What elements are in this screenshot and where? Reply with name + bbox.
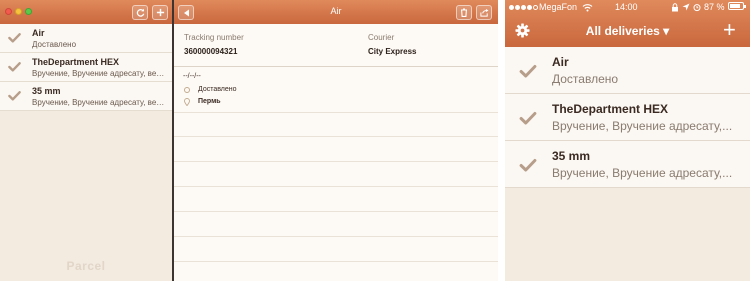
carrier-name: MegaFon — [539, 2, 578, 12]
delivery-status: Вручение, Вручение адресату, вес... — [32, 69, 166, 78]
wifi-icon — [582, 4, 593, 12]
delivery-title: TheDepartment HEX — [32, 57, 120, 67]
minimize-window-button[interactable] — [15, 8, 22, 15]
trash-icon — [461, 8, 467, 17]
list-item[interactable]: Air Доставлено — [0, 24, 172, 53]
refresh-button[interactable] — [132, 5, 148, 20]
phone-header: MegaFon 14:00 87 % All deliveries ▾ + — [505, 0, 750, 47]
delete-button[interactable] — [456, 5, 472, 20]
add-delivery-button[interactable] — [152, 5, 168, 20]
battery-percent: 87 % — [704, 2, 725, 12]
status-bar: MegaFon 14:00 87 % — [505, 2, 750, 14]
location-pin-icon — [184, 98, 190, 106]
app-brand-watermark: Parcel — [66, 259, 106, 273]
tracking-number-label: Tracking number — [184, 33, 244, 42]
lock-icon — [672, 3, 678, 12]
courier-value: City Express — [368, 47, 417, 56]
add-delivery-button[interactable]: + — [723, 19, 736, 41]
alarm-icon — [693, 4, 701, 12]
location-arrow-icon — [682, 3, 690, 11]
delivery-status: Вручение, Вручение адресату,... — [552, 119, 733, 133]
clock-time: 14:00 — [615, 2, 638, 12]
delivery-title: TheDepartment HEX — [552, 102, 669, 116]
delivery-status: Вручение, Вручение адресату,... — [552, 166, 733, 180]
delivery-title: 35 mm — [32, 86, 61, 96]
zoom-window-button[interactable] — [25, 8, 32, 15]
check-icon — [8, 62, 21, 72]
history-date: --/--/-- — [183, 73, 201, 80]
signal-strength-icon — [509, 2, 539, 12]
tracking-info: Tracking number 360000094321 Courier Cit… — [174, 24, 498, 67]
list-item[interactable]: TheDepartment HEX Вручение, Вручение адр… — [505, 94, 750, 141]
divider-line — [174, 186, 498, 187]
divider-line — [174, 112, 498, 113]
detail-titlebar: Air — [174, 0, 498, 24]
courier-label: Courier — [368, 33, 395, 42]
battery-level-fill — [730, 4, 740, 8]
history-location: Пермь — [198, 98, 221, 105]
share-button[interactable] — [476, 5, 492, 20]
tracking-number-value[interactable]: 360000094321 — [184, 47, 237, 56]
delivery-title: Air — [552, 55, 569, 69]
history-status: Доставлено — [198, 86, 237, 93]
divider-line — [174, 161, 498, 162]
divider-line — [174, 136, 498, 137]
delivery-title: 35 mm — [552, 149, 591, 163]
divider-line — [174, 236, 498, 237]
detail-title: Air — [330, 6, 342, 16]
plus-icon — [156, 8, 164, 17]
mac-sidebar-titlebar — [0, 0, 172, 24]
delivery-title: Air — [32, 28, 45, 38]
check-icon — [519, 112, 537, 125]
list-item[interactable]: 35 mm Вручение, Вручение адресату, вес..… — [0, 82, 172, 111]
check-icon — [8, 33, 21, 43]
delivery-status: Вручение, Вручение адресату, вес... — [32, 98, 166, 107]
mac-delivery-list: Air Доставлено TheDepartment HEX Вручени… — [0, 24, 172, 111]
mac-sidebar: Air Доставлено TheDepartment HEX Вручени… — [0, 0, 172, 281]
phone-screen: MegaFon 14:00 87 % All deliveries ▾ + Ai… — [505, 0, 750, 281]
deliveries-filter-dropdown[interactable]: All deliveries ▾ — [505, 24, 750, 38]
check-icon — [519, 159, 537, 172]
check-icon — [8, 91, 21, 101]
list-item[interactable]: 35 mm Вручение, Вручение адресату,... — [505, 141, 750, 188]
battery-icon — [728, 2, 746, 10]
delivery-status: Доставлено — [32, 40, 77, 49]
check-icon — [519, 65, 537, 78]
list-item[interactable]: Air Доставлено — [505, 47, 750, 94]
status-circle-icon — [184, 87, 190, 93]
close-window-button[interactable] — [5, 8, 12, 15]
refresh-icon — [136, 8, 144, 17]
delivery-status: Доставлено — [552, 72, 619, 86]
list-item[interactable]: TheDepartment HEX Вручение, Вручение адр… — [0, 53, 172, 82]
divider-line — [174, 261, 498, 262]
share-icon — [479, 8, 488, 17]
divider-line — [174, 211, 498, 212]
delivery-detail-pane: Air Tracking number 360000094321 Courier… — [174, 0, 498, 281]
